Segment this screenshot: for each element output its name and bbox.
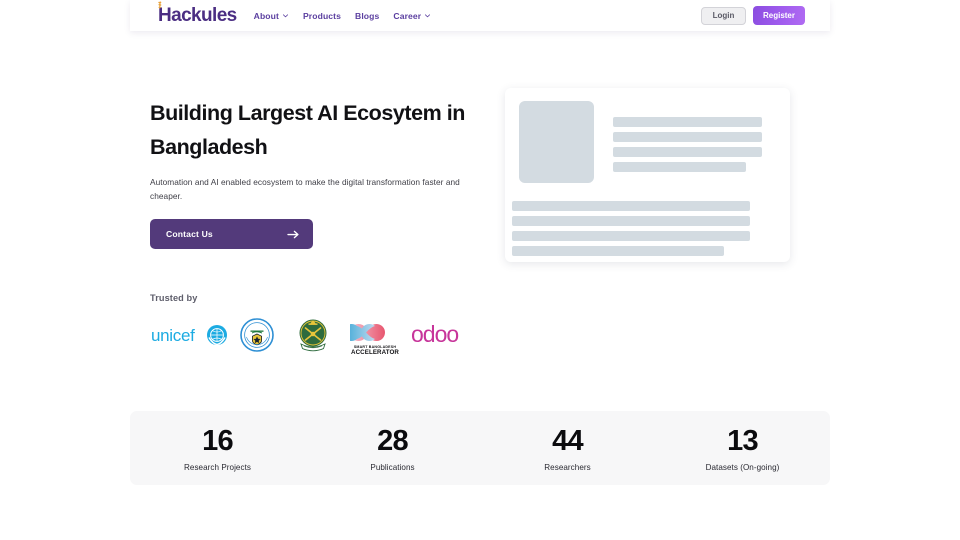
nav-item-career[interactable]: Career	[393, 11, 431, 21]
hackules-logo-mark-icon	[158, 1, 162, 9]
hero-subtitle: Automation and AI enabled ecosystem to m…	[150, 177, 460, 201]
smart-bangladesh-accelerator-logo-icon: SMART BANGLADESH ACCELERATOR	[350, 324, 399, 355]
site-logo[interactable]: Hackules	[158, 0, 237, 31]
svg-text:odoo: odoo	[411, 322, 458, 347]
stat-label: Datasets (On-going)	[705, 462, 780, 472]
placeholder-line	[512, 216, 750, 226]
svg-text:ACCELERATOR: ACCELERATOR	[351, 349, 399, 355]
placeholder-image-block	[519, 101, 594, 183]
nav-item-products-label: Products	[302, 10, 342, 21]
placeholder-line	[512, 201, 750, 211]
university-seal-logo-icon	[240, 318, 274, 352]
nav-item-products[interactable]: Products	[303, 11, 341, 21]
stat-value: 28	[377, 424, 408, 457]
svg-text:unicef: unicef	[151, 326, 195, 345]
placeholder-line	[613, 147, 762, 157]
placeholder-line	[512, 231, 750, 241]
university-seal-logo	[232, 318, 282, 352]
nav-item-blogs-label: Blogs	[355, 10, 380, 21]
contact-us-button[interactable]: Contact Us	[150, 219, 313, 249]
nav-item-about[interactable]: About	[254, 11, 289, 21]
logo-label: Hackules	[158, 5, 237, 26]
stat-research-projects: 16 Research Projects	[130, 425, 305, 472]
bangladesh-army-emblem-logo	[282, 314, 344, 356]
nav-item-career-label: Career	[393, 10, 422, 21]
arrow-right-icon	[287, 230, 299, 238]
page-title: Building Largest AI Ecosytem in Banglade…	[150, 101, 465, 159]
stat-value: 13	[727, 424, 758, 457]
register-button[interactable]: Register	[753, 6, 805, 25]
stat-label: Researchers	[544, 462, 591, 472]
main-navigation: About Products Blogs Career	[254, 11, 432, 21]
stat-researchers: 44 Researchers	[480, 425, 655, 472]
login-button[interactable]: Login	[701, 6, 746, 25]
content-placeholder-card	[505, 88, 790, 262]
nav-item-blogs[interactable]: Blogs	[355, 11, 379, 21]
placeholder-line	[613, 117, 762, 127]
chevron-down-icon[interactable]	[282, 12, 289, 19]
placeholder-line	[613, 162, 746, 172]
trusted-by-label: Trusted by	[150, 293, 198, 303]
stat-value: 16	[202, 424, 233, 457]
placeholder-line	[613, 132, 762, 142]
landing-page: Hackules About Products Blogs Career Log…	[0, 0, 960, 540]
contact-us-label: Contact Us	[166, 229, 213, 239]
nav-item-about-label: About	[253, 10, 279, 21]
site-header: Hackules About Products Blogs Career Log…	[130, 0, 830, 31]
partner-logo-row: unicef SMART BANGLADESH ACCELERATOR odoo	[148, 314, 478, 356]
stat-label: Publications	[370, 462, 415, 472]
odoo-logo: odoo	[406, 322, 478, 348]
stat-label: Research Projects	[184, 462, 251, 472]
header-actions: Login Register	[701, 6, 805, 25]
placeholder-line	[512, 246, 724, 256]
hero-section: Building Largest AI Ecosytem in Banglade…	[150, 96, 480, 249]
trusted-by-section: Trusted by	[150, 293, 197, 303]
bangladesh-army-emblem-logo-icon	[299, 319, 327, 352]
chevron-down-icon[interactable]	[424, 12, 431, 19]
logo-text-wrap: Hackules	[158, 1, 237, 26]
stats-panel: 16 Research Projects 28 Publications 44 …	[130, 411, 830, 485]
smart-bangladesh-accelerator-logo: SMART BANGLADESH ACCELERATOR	[344, 315, 406, 355]
unicef-logo-icon: unicef	[151, 325, 227, 346]
odoo-logo-icon: odoo	[411, 322, 459, 347]
unicef-logo: unicef	[148, 323, 232, 347]
stat-publications: 28 Publications	[305, 425, 480, 472]
stat-datasets: 13 Datasets (On-going)	[655, 425, 830, 472]
stat-value: 44	[552, 424, 583, 457]
